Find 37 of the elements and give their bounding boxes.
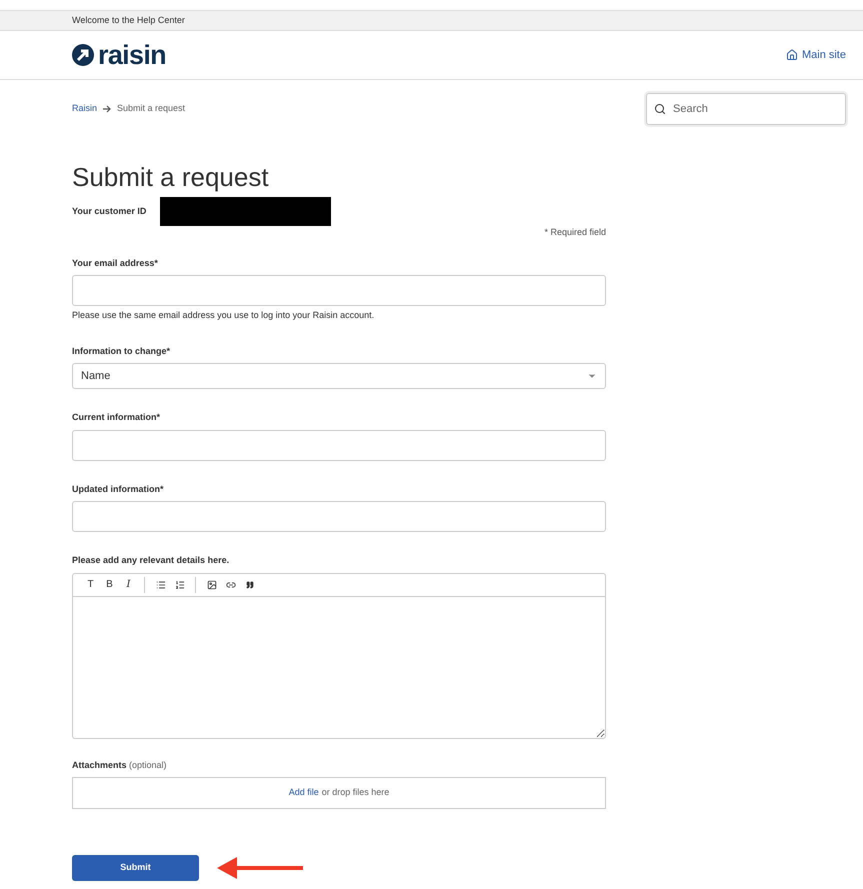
- logo-icon: [72, 44, 94, 66]
- quote-icon: [246, 580, 254, 588]
- text-input[interactable]: [72, 275, 606, 306]
- arrow-right-icon: [103, 105, 112, 113]
- text-input[interactable]: [72, 430, 606, 460]
- field-label: Updated information*: [72, 482, 164, 496]
- logo-text: raisin: [98, 42, 166, 68]
- field-label: Your email address*: [72, 256, 159, 270]
- optional-note: (optional): [129, 760, 167, 770]
- page-title: Submit a request: [72, 161, 270, 194]
- link-icon: [226, 580, 236, 590]
- field-label: Information to change*: [72, 344, 172, 358]
- drop-files-text: or drop files here: [322, 786, 390, 800]
- field-label: Attachments: [72, 760, 127, 770]
- field-label: Your customer ID: [72, 204, 146, 218]
- italic-button[interactable]: I: [119, 574, 138, 594]
- home-icon: [786, 49, 798, 61]
- field-hint: Please use the same email address you use to log into your Raisin account.: [72, 309, 376, 322]
- welcome-text: Welcome to the Help Center: [72, 14, 185, 27]
- breadcrumb-link[interactable]: Raisin: [72, 102, 98, 116]
- image-icon: [206, 580, 216, 590]
- add-file-link[interactable]: Add file: [288, 786, 319, 800]
- text-input[interactable]: [72, 501, 606, 532]
- submit-button[interactable]: Submit: [72, 855, 199, 881]
- breadcrumb-current: Submit a request: [117, 102, 186, 116]
- field-label: Please add any relevant details here.: [72, 554, 230, 567]
- format-button[interactable]: T: [81, 574, 100, 594]
- search-icon: [654, 103, 666, 115]
- main-site-link[interactable]: Main site: [786, 46, 846, 64]
- field-label: Current information*: [72, 411, 162, 424]
- numbered-list-icon: [174, 580, 184, 590]
- rich-text-editor[interactable]: T B I: [72, 572, 606, 738]
- format-button[interactable]: B: [100, 574, 119, 594]
- select-field[interactable]: Name: [72, 363, 606, 389]
- required-note: * Required field: [544, 226, 606, 239]
- file-drop-zone[interactable]: Add file or drop files here: [72, 777, 606, 809]
- search-field[interactable]: Search: [646, 93, 846, 125]
